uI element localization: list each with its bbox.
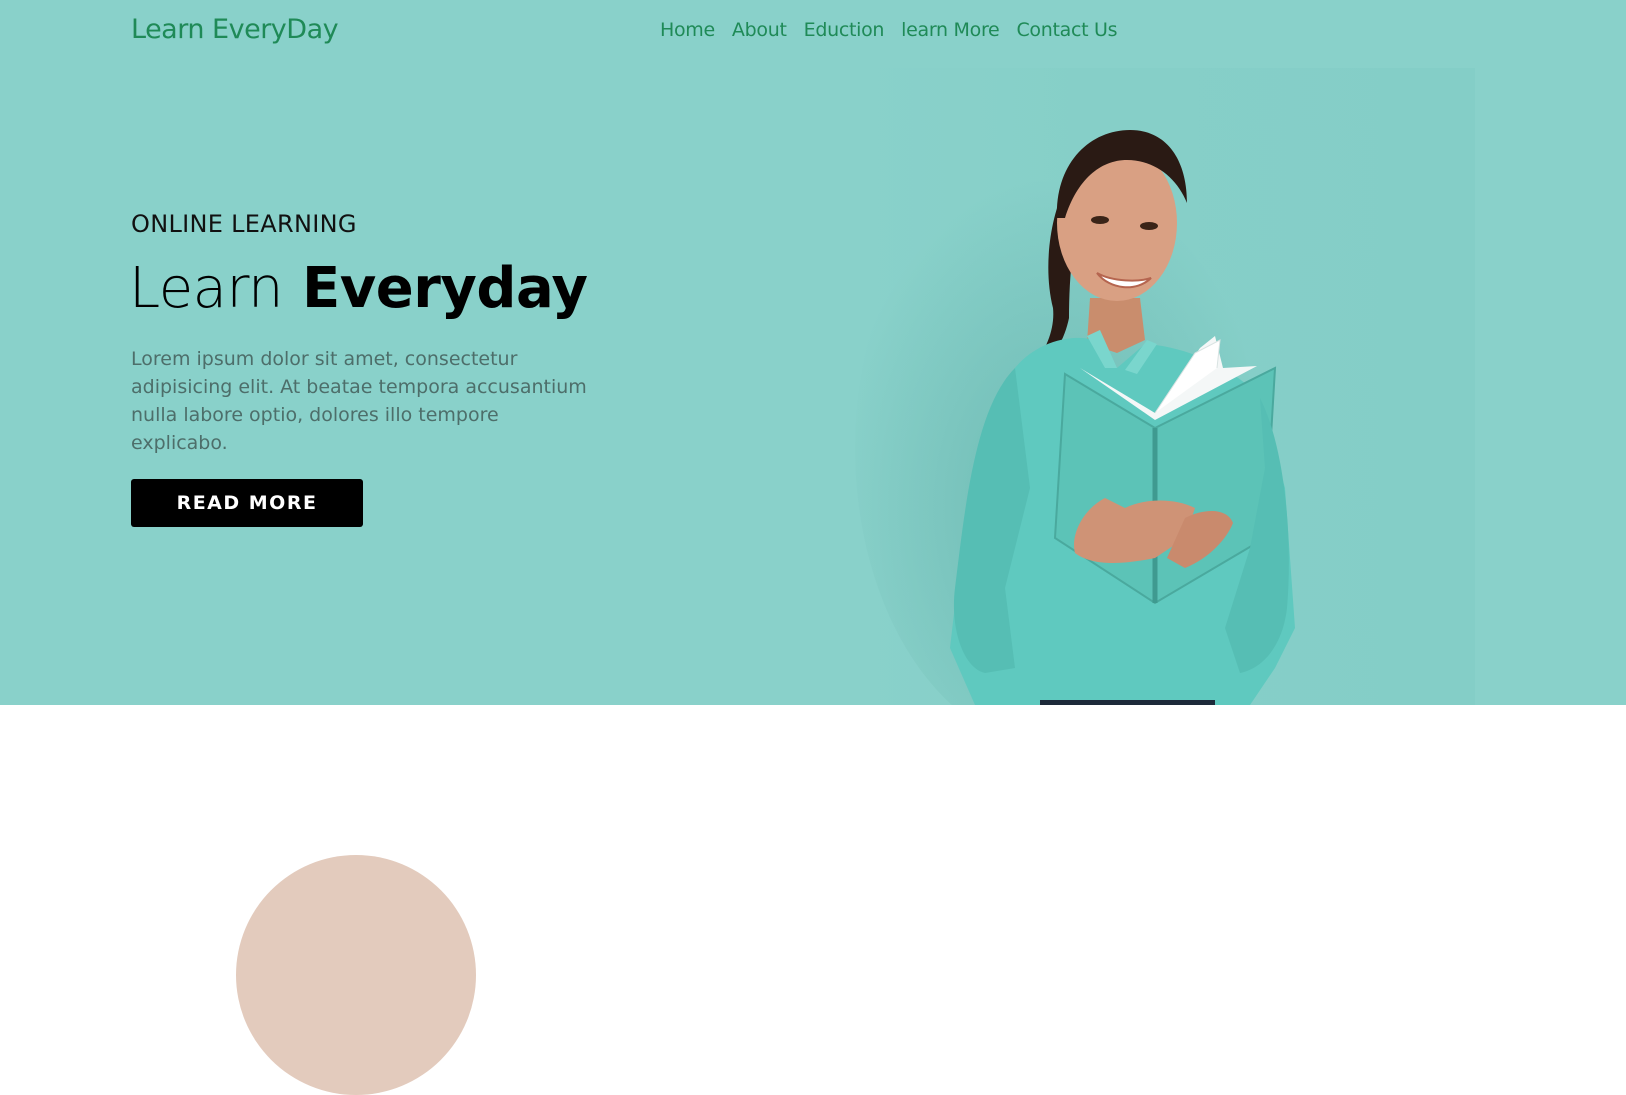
hero-eyebrow: ONLINE LEARNING bbox=[131, 210, 357, 238]
nav-link-eduction[interactable]: Eduction bbox=[804, 19, 885, 41]
headline-light-word: Learn bbox=[129, 256, 284, 321]
hero-description: Lorem ipsum dolor sit amet, consectetur … bbox=[131, 348, 587, 454]
brand-logo-link[interactable]: Learn EveryDay bbox=[131, 14, 339, 45]
nav-item: Eduction bbox=[804, 19, 885, 41]
nav-item: About bbox=[732, 19, 787, 41]
navbar: Learn EveryDay Home About Eduction learn… bbox=[0, 0, 1626, 60]
headline-bold-word: Everyday bbox=[302, 256, 588, 321]
hero-section: Learn EveryDay Home About Eduction learn… bbox=[0, 0, 1626, 705]
nav-links: Home About Eduction learn More Contact U… bbox=[660, 19, 1118, 41]
nav-link-learn-more[interactable]: learn More bbox=[901, 19, 1000, 41]
nav-link-contact-us[interactable]: Contact Us bbox=[1016, 19, 1117, 41]
hero-headline: Learn Everyday bbox=[129, 256, 588, 321]
decorative-circle bbox=[236, 855, 476, 1095]
read-more-button[interactable]: READ MORE bbox=[131, 479, 363, 527]
nav-item: learn More bbox=[901, 19, 1000, 41]
hero-image bbox=[855, 68, 1475, 705]
nav-item: Contact Us bbox=[1016, 19, 1117, 41]
nav-link-about[interactable]: About bbox=[732, 19, 787, 41]
nav-link-home[interactable]: Home bbox=[660, 19, 715, 41]
nav-item: Home bbox=[660, 19, 715, 41]
woman-reading-illustration bbox=[855, 130, 1295, 705]
